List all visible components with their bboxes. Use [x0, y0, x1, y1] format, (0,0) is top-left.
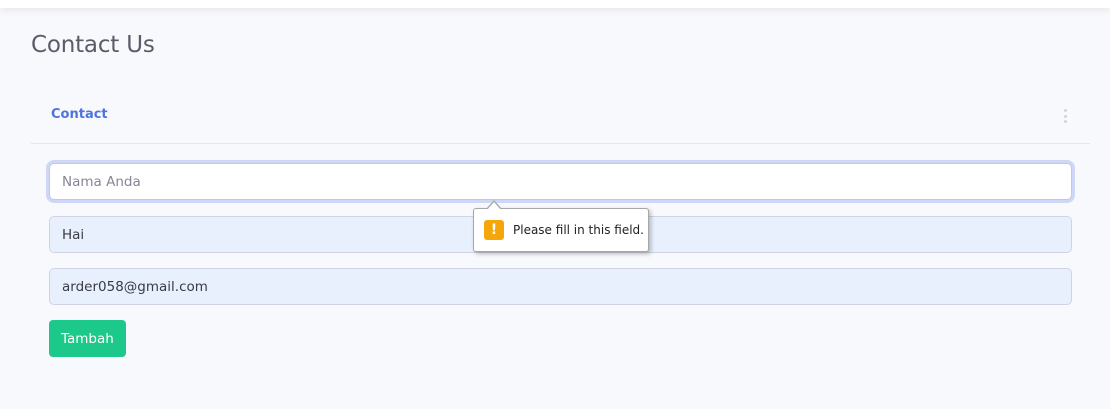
kebab-dot	[1063, 120, 1067, 123]
topbar	[0, 0, 1110, 8]
validation-tooltip: ! Please fill in this field.	[473, 200, 649, 252]
warning-icon: !	[484, 220, 504, 240]
kebab-vertical-icon[interactable]	[1063, 109, 1067, 123]
name-input[interactable]	[49, 163, 1072, 200]
card-header-title: Contact	[51, 107, 108, 122]
add-button[interactable]: Tambah	[49, 320, 126, 357]
kebab-dot	[1063, 114, 1067, 118]
card-header: Contact	[31, 88, 1090, 144]
email-input[interactable]	[49, 268, 1072, 305]
kebab-dot	[1063, 109, 1067, 112]
page-title: Contact Us	[31, 32, 155, 58]
validation-message: Please fill in this field.	[513, 223, 644, 237]
